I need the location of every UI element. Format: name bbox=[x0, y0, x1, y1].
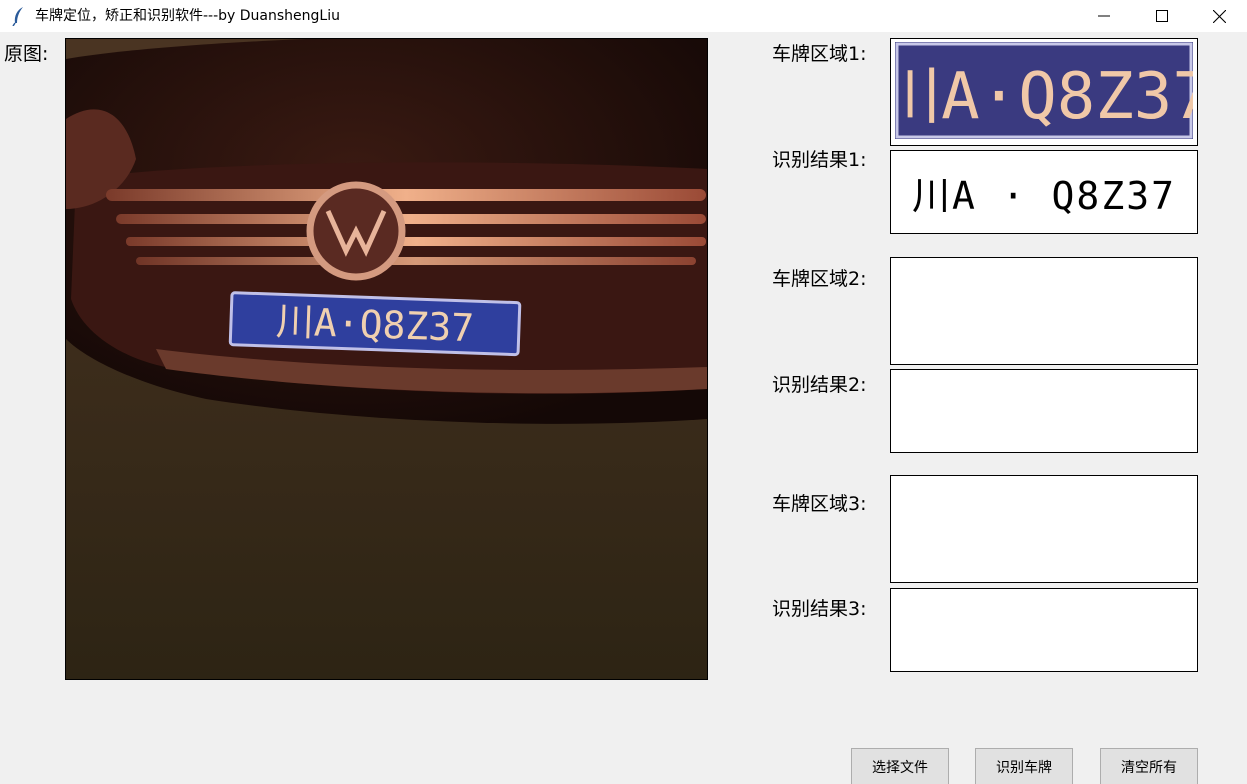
original-image: 川A·Q8Z37 bbox=[65, 38, 708, 680]
result-box-2 bbox=[890, 369, 1198, 453]
result-box-3 bbox=[890, 588, 1198, 672]
result-2-label: 识别结果2: bbox=[772, 374, 867, 396]
title-bar[interactable]: 车牌定位，矫正和识别软件---by DuanshengLiu bbox=[0, 0, 1247, 32]
recognize-plate-button[interactable]: 识别车牌 bbox=[975, 748, 1073, 784]
original-plate-text: 川A·Q8Z37 bbox=[275, 299, 475, 350]
minimize-icon bbox=[1098, 15, 1110, 17]
region-3-label: 车牌区域3: bbox=[772, 493, 867, 515]
plate-region-1-text: 川A·Q8Z37 bbox=[895, 60, 1193, 134]
result-3-label: 识别结果3: bbox=[772, 598, 867, 620]
close-button[interactable] bbox=[1190, 0, 1247, 32]
result-1-text: 川A · Q8Z37 bbox=[912, 173, 1176, 218]
maximize-icon bbox=[1156, 10, 1168, 22]
feather-icon bbox=[12, 7, 23, 26]
plate-region-3-text bbox=[891, 476, 1197, 582]
result-2-text bbox=[891, 370, 1197, 452]
plate-region-3 bbox=[890, 475, 1198, 583]
clear-all-button[interactable]: 清空所有 bbox=[1100, 748, 1198, 784]
plate-region-2-text bbox=[891, 258, 1197, 364]
original-label: 原图: bbox=[4, 43, 49, 65]
result-1-label: 识别结果1: bbox=[772, 149, 867, 171]
minimize-button[interactable] bbox=[1075, 0, 1133, 32]
select-file-button[interactable]: 选择文件 bbox=[851, 748, 949, 784]
region-2-label: 车牌区域2: bbox=[772, 268, 867, 290]
close-icon bbox=[1212, 9, 1226, 23]
plate-region-1-image: 川A·Q8Z37 bbox=[895, 42, 1193, 139]
result-box-1: 川A · Q8Z37 bbox=[890, 150, 1198, 234]
region-1-label: 车牌区域1: bbox=[772, 43, 867, 65]
plate-region-2 bbox=[890, 257, 1198, 365]
result-3-text bbox=[891, 589, 1197, 671]
plate-region-1: 川A·Q8Z37 bbox=[890, 38, 1198, 146]
window-title: 车牌定位，矫正和识别软件---by DuanshengLiu bbox=[35, 8, 340, 24]
maximize-button[interactable] bbox=[1133, 0, 1191, 32]
